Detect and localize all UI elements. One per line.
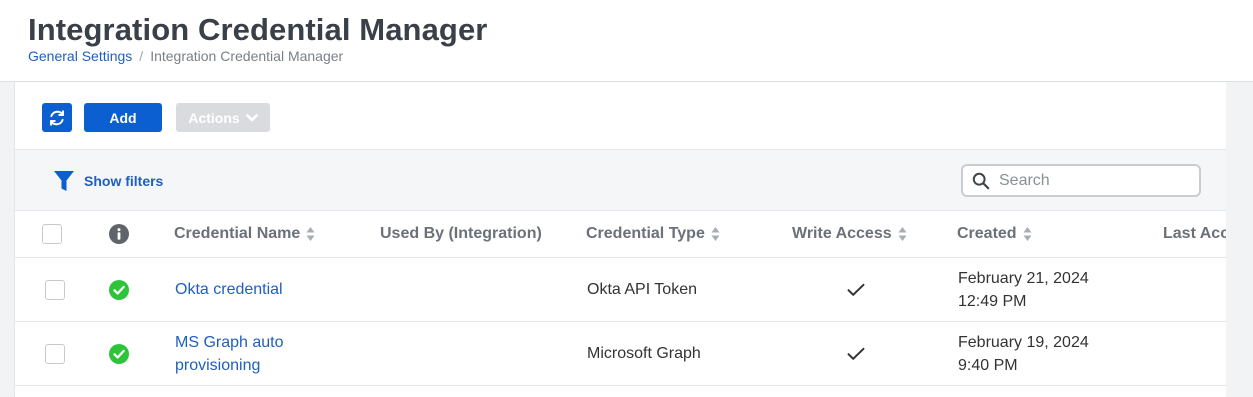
checkmark-icon: [847, 283, 865, 296]
created-cell: February 21, 2024 12:49 PM: [958, 258, 1089, 321]
toolbar: Add Actions: [15, 82, 1226, 149]
filter-bar: Show filters: [15, 149, 1226, 211]
column-label-last-access: Last Acc: [1163, 225, 1226, 242]
page-header: Integration Credential Manager General S…: [0, 0, 1253, 82]
breadcrumb-current: Integration Credential Manager: [150, 48, 344, 64]
credential-type-cell: Okta API Token: [587, 258, 697, 321]
column-header-used-by: Used By (Integration): [380, 211, 542, 257]
add-button[interactable]: Add: [84, 103, 162, 132]
add-button-label: Add: [109, 109, 137, 126]
credential-type-value: Okta API Token: [587, 281, 697, 298]
sort-icon: [711, 226, 720, 242]
breadcrumb-separator: /: [139, 48, 144, 64]
row-select-cell: [45, 258, 65, 321]
search-icon: [963, 172, 999, 190]
header-status-cell: [109, 211, 129, 257]
page-title: Integration Credential Manager: [28, 12, 488, 47]
row-status-cell: [109, 322, 129, 385]
credential-name-link[interactable]: Okta credential: [175, 278, 283, 301]
chevron-down-icon: [245, 113, 258, 121]
select-all-checkbox[interactable]: [42, 224, 62, 244]
write-access-cell: [847, 258, 865, 321]
success-check-icon: [109, 343, 129, 364]
filter-icon: [54, 171, 74, 191]
column-header-credential-name[interactable]: Credential Name: [174, 211, 315, 257]
column-label-credential-name: Credential Name: [174, 225, 301, 242]
created-time: 12:49 PM: [958, 292, 1027, 310]
credential-type-value: Microsoft Graph: [587, 345, 701, 362]
column-label-created: Created: [957, 225, 1017, 242]
column-label-credential-type: Credential Type: [586, 225, 705, 242]
credentials-card: Add Actions Show filters Search Credenti…: [14, 82, 1226, 397]
row-checkbox[interactable]: [45, 343, 65, 364]
sort-icon: [898, 226, 907, 242]
checkmark-icon: [847, 347, 865, 360]
column-header-created[interactable]: Created: [957, 211, 1032, 257]
sort-icon: [306, 226, 315, 242]
row-checkbox[interactable]: [45, 279, 65, 300]
refresh-icon: [50, 109, 64, 126]
column-label-write-access: Write Access: [792, 225, 892, 242]
credential-name-line1: MS Graph auto: [175, 333, 284, 351]
table-header-row: Credential Name Used By (Integration) Cr…: [15, 211, 1226, 258]
credential-name-cell: Okta credential: [175, 258, 365, 321]
actions-dropdown-button[interactable]: Actions: [176, 103, 270, 132]
main-area: Add Actions Show filters Search Credenti…: [0, 82, 1253, 397]
credential-type-cell: Microsoft Graph: [587, 322, 701, 385]
success-check-icon: [109, 279, 129, 300]
header-select-all-cell: [42, 211, 62, 257]
column-label-used-by: Used By (Integration): [380, 225, 542, 242]
table-row: Okta credential Okta API Token February …: [15, 258, 1226, 322]
refresh-button[interactable]: [42, 103, 72, 132]
show-filters-label: Show filters: [84, 173, 164, 189]
search-input[interactable]: [999, 171, 1189, 190]
credential-name-link[interactable]: MS Graph auto provisioning: [175, 331, 284, 377]
search-box: [961, 164, 1201, 197]
write-access-cell: [847, 322, 865, 385]
column-header-credential-type[interactable]: Credential Type: [586, 211, 720, 257]
sort-icon: [1023, 226, 1032, 242]
column-header-last-access[interactable]: Last Acc: [1163, 211, 1226, 257]
created-date: February 19, 2024: [958, 333, 1089, 351]
credential-name-line2: provisioning: [175, 356, 261, 374]
credentials-table: Credential Name Used By (Integration) Cr…: [15, 211, 1226, 386]
column-header-write-access[interactable]: Write Access: [792, 211, 907, 257]
info-icon: [109, 224, 129, 244]
breadcrumb: General Settings / Integration Credentia…: [28, 48, 343, 64]
table-row: MS Graph auto provisioning Microsoft Gra…: [15, 322, 1226, 386]
credential-name-cell: MS Graph auto provisioning: [175, 322, 365, 385]
row-select-cell: [45, 322, 65, 385]
credential-name-line1: Okta credential: [175, 281, 283, 298]
created-cell: February 19, 2024 9:40 PM: [958, 322, 1089, 385]
created-time: 9:40 PM: [958, 356, 1018, 374]
show-filters-button[interactable]: Show filters: [53, 169, 163, 193]
created-date: February 21, 2024: [958, 269, 1089, 287]
row-status-cell: [109, 258, 129, 321]
actions-button-label: Actions: [188, 109, 240, 126]
breadcrumb-general-settings[interactable]: General Settings: [28, 48, 132, 64]
